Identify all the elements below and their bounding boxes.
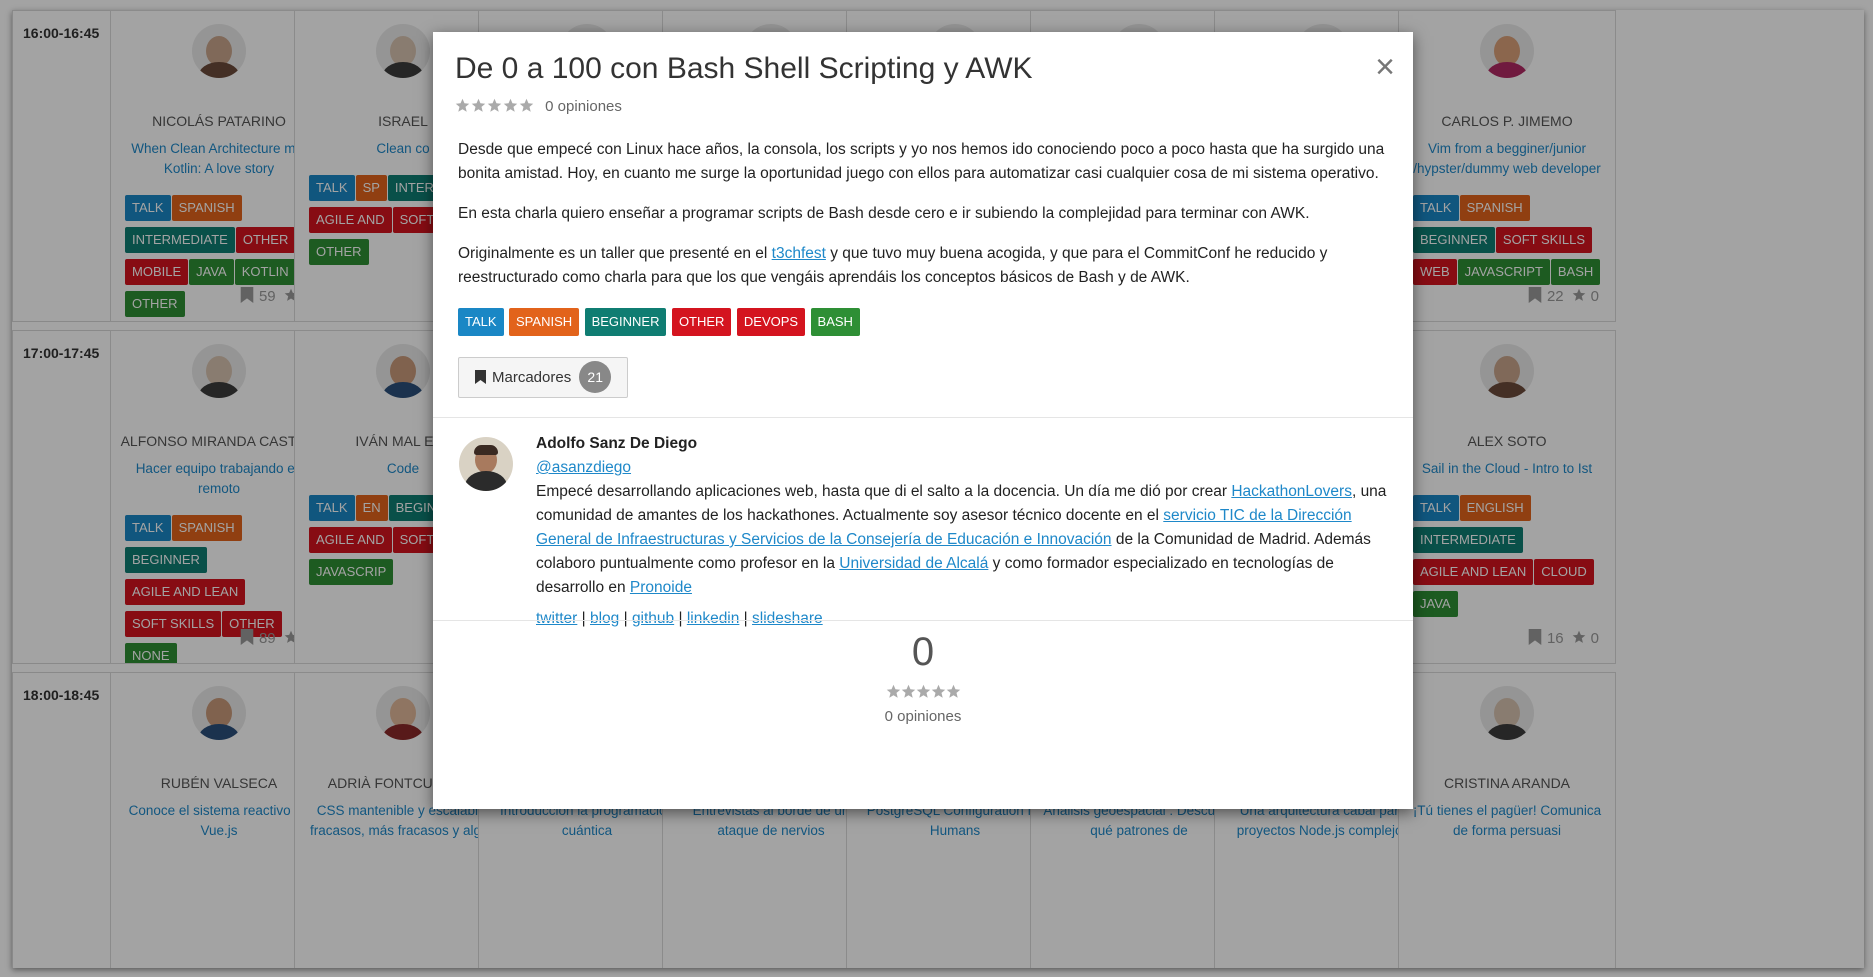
tag-devops[interactable]: DEVOPS xyxy=(736,308,806,336)
author-avatar xyxy=(459,437,513,491)
vote-stars-icon[interactable] xyxy=(433,684,1413,704)
divider xyxy=(433,620,1413,621)
twitter-link[interactable]: twitter xyxy=(536,610,577,627)
rating-count: 0 opiniones xyxy=(545,98,622,115)
tag-bash[interactable]: BASH xyxy=(810,308,860,336)
author-name: Adolfo Sanz De Diego xyxy=(536,435,698,452)
blog-link[interactable]: blog xyxy=(590,610,619,627)
author-handle-link[interactable]: @asanzdiego xyxy=(536,459,631,476)
bookmarks-label: Marcadores xyxy=(492,369,572,386)
description-paragraph: Desde que empecé con Linux hace años, la… xyxy=(458,141,1385,182)
pronoide-link[interactable]: Pronoide xyxy=(630,579,692,596)
description-paragraph: En esta charla quiero enseñar a programa… xyxy=(458,205,1310,222)
tag-spanish[interactable]: SPANISH xyxy=(509,308,580,336)
github-link[interactable]: github xyxy=(632,610,674,627)
universidad-alcala-link[interactable]: Universidad de Alcalá xyxy=(839,555,988,572)
rating-summary: 0 opiniones xyxy=(455,98,622,117)
author-links: twitter | blog | github | linkedin | sli… xyxy=(536,610,823,627)
tag-other[interactable]: OTHER xyxy=(671,308,732,336)
hackathonlovers-link[interactable]: HackathonLovers xyxy=(1231,483,1352,500)
divider xyxy=(433,417,1413,418)
bookmark-icon xyxy=(475,370,486,384)
description-paragraph: Originalmente es un taller que presenté … xyxy=(458,245,1328,286)
author-bio: Empecé desarrollando aplicaciones web, h… xyxy=(536,483,1387,596)
bookmarks-count-badge: 21 xyxy=(579,361,612,393)
close-icon[interactable]: × xyxy=(1375,50,1395,84)
votes-count: 0 xyxy=(911,630,935,674)
talk-detail-modal: De 0 a 100 con Bash Shell Scripting y AW… xyxy=(433,32,1413,809)
talk-tags: TALK SPANISH BEGINNER OTHER DEVOPS BASH xyxy=(458,308,861,342)
linkedin-link[interactable]: linkedin xyxy=(687,610,740,627)
votes-label: 0 opiniones xyxy=(884,708,962,725)
t3chfest-link[interactable]: t3chfest xyxy=(772,245,826,262)
tag-beginner[interactable]: BEGINNER xyxy=(584,308,667,336)
tag-talk[interactable]: TALK xyxy=(458,308,504,336)
star-rating-icon[interactable] xyxy=(455,98,535,117)
slideshare-link[interactable]: slideshare xyxy=(752,610,823,627)
modal-title: De 0 a 100 con Bash Shell Scripting y AW… xyxy=(455,52,1033,85)
talk-description: Desde que empecé con Linux hace años, la… xyxy=(458,138,1388,306)
bookmarks-button[interactable]: Marcadores 21 xyxy=(458,357,628,398)
author-info: Adolfo Sanz De Diego @asanzdiego Empecé … xyxy=(536,432,1391,628)
